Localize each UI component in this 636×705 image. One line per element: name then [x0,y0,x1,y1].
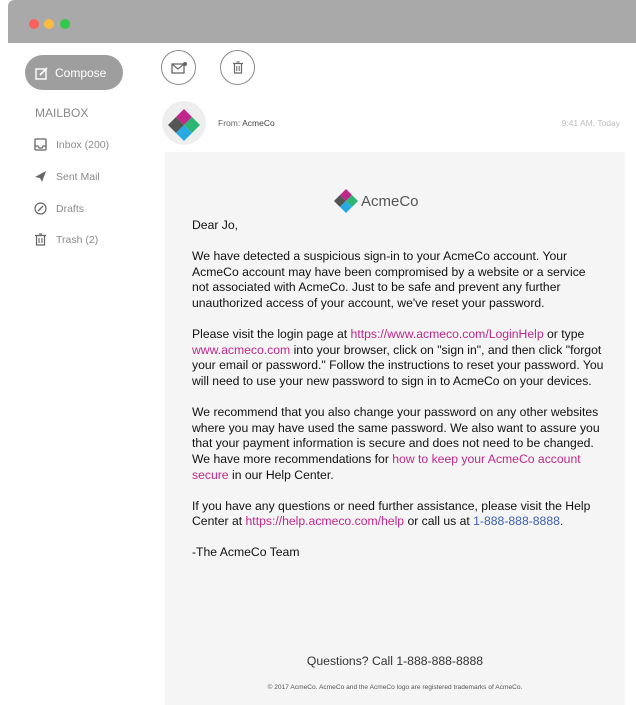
paragraph: We recommend that you also change your p… [192,405,604,483]
trash-icon [35,233,46,246]
sidebar-item-drafts[interactable]: Drafts [34,202,84,215]
login-help-link[interactable]: https://www.acmeco.com/LoginHelp [351,327,544,341]
sidebar-item-label: Drafts [56,202,85,215]
sidebar-item-label: Trash (2) [56,233,99,246]
minimize-window-button[interactable] [44,19,54,29]
from-line: From: AcmeCo [218,118,275,128]
compose-button[interactable]: Compose [25,55,123,90]
sidebar-item-inbox[interactable]: Inbox (200) [34,138,109,151]
signoff: -The AcmeCo Team [192,545,300,560]
help-center-link[interactable]: https://help.acmeco.com/help [246,514,405,528]
paragraph-text: Please visit the login page at [192,327,351,342]
paragraph: We have detected a suspicious sign-in to… [192,249,586,310]
message-content: Dear Jo, We have detected a suspicious s… [192,218,604,577]
delete-button[interactable] [220,50,255,85]
paragraph: If you have any questions or need furthe… [192,499,604,530]
compose-icon [35,66,48,80]
close-window-button[interactable] [29,19,39,29]
inbox-icon [34,138,47,151]
send-icon [35,171,46,182]
sidebar-item-sent-mail[interactable]: Sent Mail [34,170,100,183]
copyright-footer: © 2017 AcmeCo. AcmeCo and the AcmeCo log… [267,684,523,691]
paragraph-text: . [559,514,564,529]
trash-icon [232,61,243,74]
greeting: Dear Jo, [192,218,239,232]
window-titlebar [8,0,636,43]
sender-avatar [162,101,206,145]
phone-link[interactable]: 1-888-888-8888 [473,514,560,528]
paragraph-text: or call us at [404,514,474,529]
questions-line: Questions? Call 1-888-888-8888 [306,654,484,668]
mail-icon [170,61,187,74]
email-body: AcmeCo Dear Jo, We have detected a suspi… [165,152,625,705]
draft-icon [34,202,47,215]
brand-header: AcmeCo [333,188,419,214]
sidebar-item-label: Inbox (200) [56,138,110,151]
sender-name: AcmeCo [242,118,275,128]
maximize-window-button[interactable] [60,19,70,29]
message-timestamp: 9:41 AM, Today [561,118,620,128]
sidebar: Compose MAILBOX Inbox (200) Sent Mail Dr… [8,43,150,705]
compose-label: Compose [55,65,107,80]
from-label: From: [218,118,241,128]
sidebar-item-label: Sent Mail [56,170,100,183]
acmeco-logo-icon [162,101,206,145]
acmeco-logo-icon [334,189,358,213]
paragraph: Please visit the login page at https://w… [192,327,604,389]
paragraph-text: in our Help Center. [228,467,334,482]
sidebar-item-trash[interactable]: Trash (2) [34,233,98,246]
mailbox-heading: MAILBOX [35,106,89,120]
acmeco-site-link[interactable]: www.acmeco.com [192,343,290,357]
mail-action-button[interactable] [161,50,196,85]
brand-name: AcmeCo [361,192,419,210]
paragraph-text: or type [543,327,585,342]
